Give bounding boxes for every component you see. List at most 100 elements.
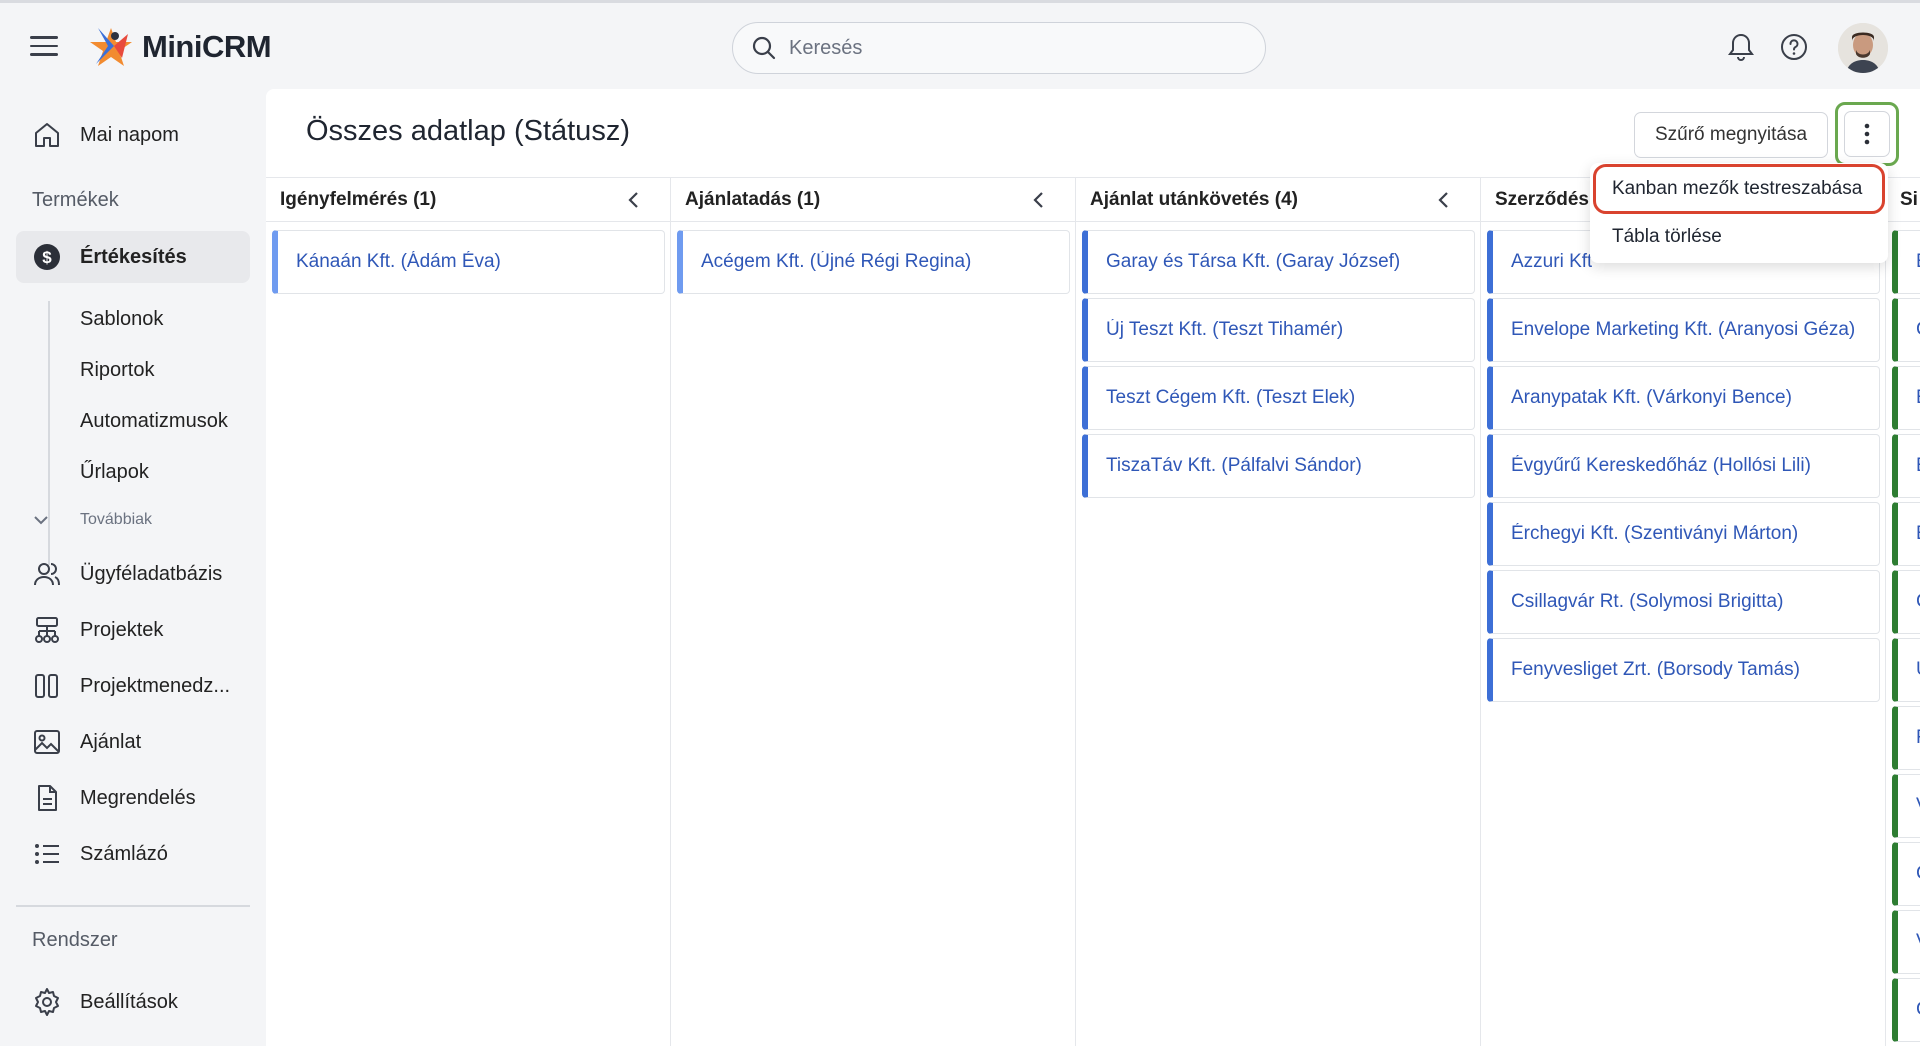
kanban-card[interactable]: E [1892, 502, 1920, 566]
card-title: Kánaán Kft. (Ádám Éva) [296, 251, 501, 272]
sidebar-item-label: Ügyféladatbázis [80, 562, 223, 585]
section-label-products: Termékek [32, 189, 119, 211]
column-header: Igényfelmérés (1) [266, 178, 670, 222]
search-icon [752, 36, 776, 60]
card-title: V [1916, 795, 1920, 817]
sidebar-item-label: Megrendelés [80, 786, 196, 809]
dollar-icon: $ [34, 244, 60, 270]
kanban-card[interactable]: TiszaTáv Kft. (Pálfalvi Sándor) [1082, 434, 1475, 498]
kanban-column: Szerződés Azzuri Kft Envelope Marketing … [1481, 178, 1886, 1046]
kanban-card[interactable]: Aranypatak Kft. (Várkonyi Bence) [1487, 366, 1880, 430]
kanban-card[interactable]: E [1892, 366, 1920, 430]
kanban-card[interactable]: V [1892, 774, 1920, 838]
more-options-button[interactable] [1835, 102, 1899, 166]
card-title: E [1916, 251, 1920, 273]
kanban-card[interactable]: E [1892, 230, 1920, 294]
kanban-card[interactable]: F [1892, 706, 1920, 770]
sidebar-item-project-management[interactable]: Projektmenedz... [16, 660, 250, 712]
card-title: Érchegyi Kft. (Szentiványi Márton) [1511, 523, 1799, 544]
kanban-card[interactable]: Évgyűrű Kereskedőház (Hollósi Lili) [1487, 434, 1880, 498]
minicrm-logo-icon [90, 28, 132, 66]
kanban-card[interactable]: C [1892, 978, 1920, 1042]
kanban-card[interactable]: Új Teszt Kft. (Teszt Tihamér) [1082, 298, 1475, 362]
column-header: Si [1886, 178, 1920, 222]
chevron-left-icon[interactable] [1027, 188, 1051, 212]
card-title: Azzuri Kft [1511, 251, 1593, 272]
card-title: Fenyvesliget Zrt. (Borsody Tamás) [1511, 659, 1800, 680]
card-title: Envelope Marketing Kft. (Aranyosi Géza) [1511, 319, 1856, 340]
chevron-down-icon [34, 516, 48, 525]
sidebar-item-label: Értékesítés [80, 245, 187, 268]
card-title: Acégem Kft. (Újné Régi Regina) [701, 251, 972, 272]
kanban-card[interactable]: Kánaán Kft. (Ádám Éva) [272, 230, 665, 294]
app-name: MiniCRM [142, 29, 272, 64]
card-title: Csillagvár Rt. (Solymosi Brigitta) [1511, 591, 1784, 612]
sidebar-item-label: Projektek [80, 618, 164, 641]
kebab-menu-icon [1864, 123, 1870, 145]
sidebar-subitem-forms[interactable]: Űrlapok [80, 461, 149, 484]
more-options-menu: Kanban mezők testreszabása Tábla törlése [1590, 163, 1888, 263]
kanban-card[interactable]: U [1892, 638, 1920, 702]
more-toggle[interactable]: Továbbiak [30, 509, 152, 531]
sidebar-item-projects[interactable]: Projektek [16, 604, 250, 656]
sidebar-item-customers[interactable]: Ügyféladatbázis [16, 548, 250, 600]
chevron-left-icon[interactable] [622, 188, 646, 212]
card-title: TiszaTáv Kft. (Pálfalvi Sándor) [1106, 455, 1362, 476]
menu-item-delete-table[interactable]: Tábla törlése [1590, 215, 1888, 259]
kanban-column: Ajánlat utánkövetés (4) Garay és Társa K… [1076, 178, 1481, 1046]
sidebar-item-orders[interactable]: Megrendelés [16, 772, 250, 824]
card-title: E [1916, 387, 1920, 409]
kanban-column: Igényfelmérés (1) Kánaán Kft. (Ádám Éva) [266, 178, 671, 1046]
help-icon[interactable] [1778, 31, 1810, 63]
menu-item-customize-kanban-fields[interactable]: Kanban mezők testreszabása [1593, 164, 1885, 214]
kanban-card[interactable]: Fenyvesliget Zrt. (Borsody Tamás) [1487, 638, 1880, 702]
avatar-photo-icon [1838, 23, 1888, 73]
kanban-column: Ajánlatadás (1) Acégem Kft. (Újné Régi R… [671, 178, 1076, 1046]
sidebar-item-settings[interactable]: Beállítások [16, 976, 250, 1028]
sidebar-item-invoicing[interactable]: Számlázó [16, 828, 250, 880]
section-label-system: Rendszer [32, 929, 118, 951]
page-title: Összes adatlap (Státusz) [306, 115, 630, 147]
top-header: MiniCRM [0, 3, 1920, 89]
users-icon [34, 563, 60, 586]
card-title: C [1916, 999, 1920, 1021]
hierarchy-icon [35, 617, 59, 643]
search-box[interactable] [732, 22, 1266, 74]
sidebar-item-sales[interactable]: $ Értékesítés [16, 231, 250, 283]
list-icon [35, 844, 59, 864]
kanban-column: Si E C E E E C U F V C V C [1886, 178, 1920, 1046]
svg-text:$: $ [42, 248, 52, 267]
card-title: Új Teszt Kft. (Teszt Tihamér) [1106, 319, 1344, 340]
kanban-card[interactable]: V [1892, 910, 1920, 974]
kanban-card[interactable]: Envelope Marketing Kft. (Aranyosi Géza) [1487, 298, 1880, 362]
kanban-card[interactable]: Teszt Cégem Kft. (Teszt Elek) [1082, 366, 1475, 430]
card-title: V [1916, 931, 1920, 953]
search-input[interactable] [789, 36, 1239, 60]
user-avatar[interactable] [1838, 23, 1888, 73]
sidebar-item-offer[interactable]: Ajánlat [16, 716, 250, 768]
sidebar-item-home[interactable]: Mai napom [16, 109, 250, 161]
card-title: Aranypatak Kft. (Várkonyi Bence) [1511, 387, 1792, 408]
notification-bell-icon[interactable] [1725, 31, 1757, 63]
kanban-card[interactable]: Érchegyi Kft. (Szentiványi Márton) [1487, 502, 1880, 566]
app-logo[interactable]: MiniCRM [88, 23, 272, 71]
kanban-card[interactable]: Csillagvár Rt. (Solymosi Brigitta) [1487, 570, 1880, 634]
sidebar-subitem-reports[interactable]: Riportok [80, 359, 154, 382]
chevron-left-icon[interactable] [1432, 188, 1456, 212]
column-title: Szerződés [1495, 188, 1589, 210]
sidebar-subitem-automations[interactable]: Automatizmusok [80, 410, 228, 433]
card-title: C [1916, 863, 1920, 885]
kanban-card[interactable]: Garay és Társa Kft. (Garay József) [1082, 230, 1475, 294]
kanban-card[interactable]: C [1892, 842, 1920, 906]
card-title: Garay és Társa Kft. (Garay József) [1106, 251, 1401, 272]
gear-icon [35, 988, 59, 1016]
sidebar-subitem-templates[interactable]: Sablonok [80, 308, 163, 331]
kanban-card[interactable]: C [1892, 298, 1920, 362]
kanban-card[interactable]: C [1892, 570, 1920, 634]
menu-icon[interactable] [30, 36, 58, 58]
kanban-card[interactable]: Acégem Kft. (Újné Régi Regina) [677, 230, 1070, 294]
card-title: E [1916, 523, 1920, 545]
card-title: F [1916, 727, 1920, 749]
open-filter-button[interactable]: Szűrő megnyitása [1634, 112, 1828, 158]
kanban-card[interactable]: E [1892, 434, 1920, 498]
